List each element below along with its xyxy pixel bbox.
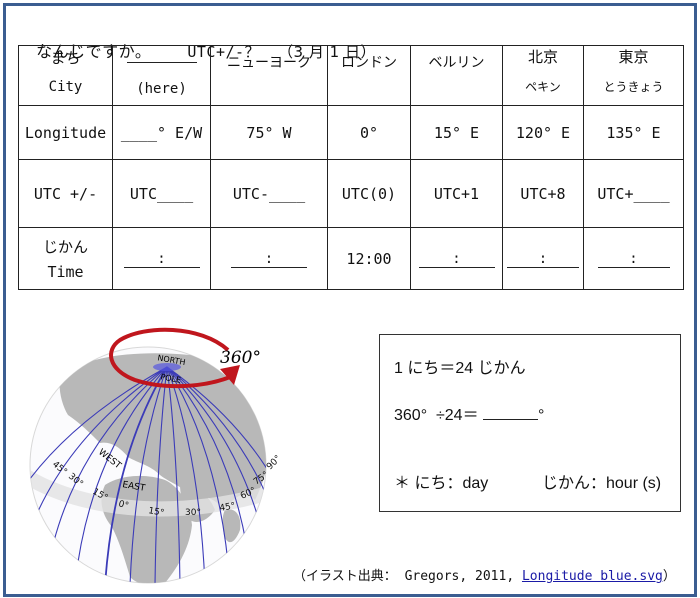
city-london-cell: ロンドン bbox=[327, 45, 411, 106]
time-berlin-cell[interactable]: : bbox=[410, 227, 503, 290]
city-label-jp: まち bbox=[50, 48, 81, 67]
utc-beijing: UTC+8 bbox=[502, 159, 584, 228]
utc-new-york[interactable]: UTC-____ bbox=[210, 159, 328, 228]
utc-label: UTC +/- bbox=[18, 159, 113, 228]
credit-link[interactable]: Longitude blue.svg bbox=[522, 569, 663, 584]
longitude-berlin: 15° E bbox=[410, 105, 503, 160]
info-box: 1 にち＝24 じかん 360° ÷24＝ ° ＊ にち：day じかん：hou… bbox=[379, 334, 681, 512]
time-london-cell: 12:00 bbox=[327, 227, 411, 290]
time-berlin-blank[interactable]: : bbox=[418, 251, 495, 268]
city-beijing-reading: ペキン bbox=[525, 80, 561, 94]
info-note-day: ＊ にち：day bbox=[394, 475, 489, 492]
utc-here[interactable]: UTC____ bbox=[112, 159, 211, 228]
city-label-en: City bbox=[48, 78, 83, 95]
city-here-cell[interactable]: (here) bbox=[112, 45, 211, 106]
meridian-label: 90° bbox=[265, 454, 283, 472]
info-division: 360° ÷24＝ ° bbox=[394, 401, 544, 425]
city-row: まち City (here) ニューヨーク ロンドン ベルリン 北京 ペキン 東… bbox=[18, 45, 684, 106]
info-division-suffix: ° bbox=[538, 407, 545, 424]
utc-tokyo[interactable]: UTC+____ bbox=[583, 159, 684, 228]
time-new-york-blank[interactable]: : bbox=[231, 251, 307, 268]
timezone-table: まち City (here) ニューヨーク ロンドン ベルリン 北京 ペキン 東… bbox=[18, 45, 684, 290]
degree-answer-blank[interactable] bbox=[483, 405, 539, 420]
city-berlin-name: ベルリン bbox=[428, 55, 485, 71]
utc-berlin: UTC+1 bbox=[410, 159, 503, 228]
city-beijing-name: 北京 bbox=[527, 48, 558, 66]
city-here-blank[interactable] bbox=[126, 50, 197, 63]
longitude-row: Longitude ____° E/W 75° W 0° 15° E 120° … bbox=[18, 105, 684, 160]
longitude-label: Longitude bbox=[18, 105, 113, 160]
time-beijing-cell[interactable]: : bbox=[502, 227, 584, 290]
time-here-blank[interactable]: : bbox=[123, 251, 200, 268]
longitude-new-york: 75° W bbox=[210, 105, 328, 160]
rotation-label: 360° bbox=[220, 348, 261, 368]
longitude-tokyo: 135° E bbox=[583, 105, 684, 160]
utc-row: UTC +/- UTC____ UTC-____ UTC(0) UTC+1 UT… bbox=[18, 159, 684, 228]
longitude-here[interactable]: ____° E/W bbox=[112, 105, 211, 160]
city-tokyo-cell: 東京 とうきょう bbox=[583, 45, 684, 106]
time-here-cell[interactable]: : bbox=[112, 227, 211, 290]
time-label-en: Time bbox=[47, 263, 84, 281]
meridian-label: 30° bbox=[185, 508, 201, 518]
longitude-london: 0° bbox=[327, 105, 411, 160]
city-beijing-cell: 北京 ペキン bbox=[502, 45, 584, 106]
credit-suffix: ） bbox=[662, 569, 676, 584]
city-new-york-name: ニューヨーク bbox=[227, 55, 311, 71]
utc-london: UTC(0) bbox=[327, 159, 411, 228]
time-label-jp: じかん bbox=[42, 238, 88, 256]
city-here-sub: (here) bbox=[136, 80, 187, 97]
city-london-name: ロンドン bbox=[341, 55, 397, 71]
time-new-york-cell[interactable]: : bbox=[210, 227, 328, 290]
time-tokyo-cell[interactable]: : bbox=[583, 227, 684, 290]
city-tokyo-reading: とうきょう bbox=[603, 80, 664, 94]
info-note-hour: じかん：hour (s) bbox=[542, 475, 662, 492]
image-credit: （イラスト出典： Gregors, 2011, Longitude blue.s… bbox=[293, 565, 676, 584]
globe-illustration: NORTH POLE 360° WEST EAST 45°30°15°0°15°… bbox=[29, 327, 283, 584]
city-berlin-cell: ベルリン bbox=[410, 45, 503, 106]
city-new-york-cell: ニューヨーク bbox=[210, 45, 328, 106]
city-tokyo-name: 東京 bbox=[618, 48, 649, 66]
time-tokyo-blank[interactable]: : bbox=[597, 251, 670, 268]
city-label-cell: まち City bbox=[18, 45, 113, 106]
info-day-hours: 1 にち＝24 じかん bbox=[394, 360, 526, 377]
credit-prefix: （イラスト出典： Gregors, 2011, bbox=[293, 569, 522, 584]
longitude-beijing: 120° E bbox=[502, 105, 584, 160]
time-label-cell: じかん Time bbox=[18, 227, 113, 290]
info-division-prefix: 360° ÷24＝ bbox=[394, 407, 484, 424]
time-london-value: 12:00 bbox=[346, 249, 392, 268]
time-beijing-blank[interactable]: : bbox=[507, 251, 579, 268]
time-row: じかん Time : : 12:00 : : : bbox=[18, 227, 684, 290]
